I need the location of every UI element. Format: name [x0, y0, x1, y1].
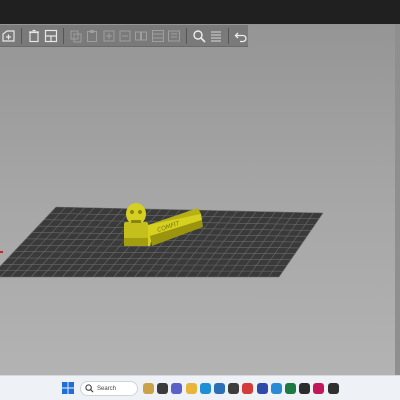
toolbar-separator — [21, 27, 23, 44]
file-explorer-icon[interactable] — [185, 383, 197, 394]
excel-icon[interactable] — [285, 383, 296, 394]
taskbar-search-box[interactable]: Search — [80, 381, 138, 396]
search-icon[interactable] — [192, 28, 206, 44]
copy-icon[interactable] — [69, 28, 83, 44]
delete-icon[interactable] — [27, 28, 41, 44]
chat-icon[interactable] — [171, 383, 183, 394]
viewport-edge — [395, 24, 400, 375]
photos-icon[interactable] — [270, 383, 282, 394]
layer-editing-icon[interactable] — [167, 28, 181, 44]
app-icon[interactable] — [299, 383, 311, 394]
toolbar-separator — [186, 27, 188, 44]
arrange-icon[interactable] — [44, 28, 58, 44]
windows-start-icon[interactable] — [62, 382, 74, 394]
origin-marker — [0, 251, 3, 253]
store-icon[interactable] — [214, 383, 225, 394]
add-icon[interactable] — [2, 28, 16, 44]
opera-icon[interactable] — [242, 383, 254, 394]
paste-icon[interactable] — [85, 28, 99, 44]
remove-instance-icon[interactable] — [118, 28, 132, 44]
taskbar-search-placeholder: Search — [97, 385, 117, 392]
settings-icon[interactable] — [228, 383, 240, 394]
undo-icon[interactable] — [234, 28, 248, 44]
weather-icon[interactable] — [143, 383, 154, 394]
add-instance-icon[interactable] — [102, 28, 116, 44]
list-icon[interactable] — [208, 28, 222, 44]
task-view-icon[interactable] — [157, 383, 169, 394]
prusaslicer-icon[interactable] — [256, 383, 268, 394]
edge-icon[interactable] — [199, 383, 211, 394]
model-eye-right — [138, 210, 142, 214]
toolbar-separator — [62, 27, 64, 44]
top-toolbar — [0, 25, 248, 47]
window-title-bar — [0, 0, 400, 24]
split-objects-icon[interactable] — [134, 28, 148, 44]
vlc-icon[interactable] — [327, 383, 339, 394]
windows-taskbar: Search — [0, 375, 400, 400]
split-parts-icon[interactable] — [151, 28, 165, 44]
raspberry-icon[interactable] — [313, 383, 325, 394]
toolbar-separator — [227, 27, 229, 44]
build-plate-scene[interactable]: COMFIT — [0, 24, 400, 375]
taskbar-search-icon — [85, 384, 94, 393]
model-mouth — [131, 220, 141, 223]
model-base-shadow — [124, 238, 148, 246]
model-eye-left — [130, 210, 134, 214]
